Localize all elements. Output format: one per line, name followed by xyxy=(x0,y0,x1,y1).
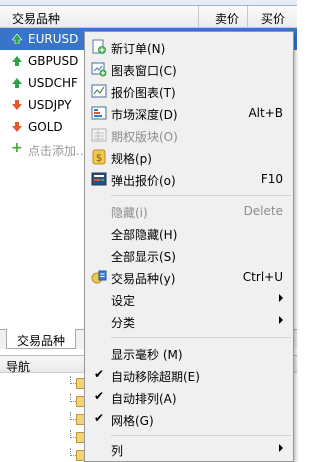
menu-item-label: 设定 xyxy=(111,294,136,308)
add-symbol-label: 点击添加.. xyxy=(28,144,84,158)
menu-item-shortcut: Ctrl+U xyxy=(242,270,283,284)
menu-item-label: 新订单(N) xyxy=(111,42,166,56)
menu-item-auto-arrange[interactable]: ✔ 自动排列(A) xyxy=(85,386,293,408)
menu-item-label: 规格(p) xyxy=(111,152,152,166)
checkmark-icon: ✔ xyxy=(94,389,105,403)
context-menu: 新订单(N) 图表窗口(C) 报价图表(T) 市场深度(D) Alt+B 期权版… xyxy=(84,31,294,462)
menu-separator xyxy=(111,195,291,196)
submenu-arrow-icon xyxy=(279,294,283,302)
menu-item-hide-all[interactable]: 全部隐藏(H) xyxy=(85,222,293,244)
up-arrow-icon xyxy=(12,56,22,66)
menu-item-show-all[interactable]: 全部显示(S) xyxy=(85,244,293,266)
symbol-name: GBPUSD xyxy=(28,54,79,68)
market-watch-header: 交易品种 卖价 买价 xyxy=(0,6,297,28)
checkmark-icon: ✔ xyxy=(94,411,105,425)
menu-separator xyxy=(111,435,291,436)
menu-item-label: 报价图表(T) xyxy=(111,86,176,100)
depth-of-market-icon xyxy=(91,106,107,120)
menu-item-symbols[interactable]: 交易品种(y) Ctrl+U xyxy=(85,266,293,288)
popup-prices-icon xyxy=(91,172,107,186)
menu-item-label: 网格(G) xyxy=(111,414,154,428)
up-arrow-icon xyxy=(12,34,22,44)
menu-item-label: 分类 xyxy=(111,316,136,330)
chart-window-icon xyxy=(91,62,107,77)
symbols-icon xyxy=(91,270,107,284)
menu-item-sets[interactable]: 设定 xyxy=(85,288,293,310)
menu-item-label: 全部显示(S) xyxy=(111,250,176,264)
menu-separator xyxy=(111,337,291,338)
tab-label: 交易品种 xyxy=(17,334,66,348)
menu-item-label: 期权版块(O) xyxy=(111,130,178,144)
tab-symbols[interactable]: 交易品种 xyxy=(6,329,76,349)
symbol-name: USDCHF xyxy=(28,76,78,90)
up-arrow-icon xyxy=(12,78,22,88)
column-header-bid[interactable]: 卖价 xyxy=(215,10,239,27)
menu-item-label: 弹出报价(o) xyxy=(111,174,176,188)
specification-icon: $ xyxy=(92,149,106,165)
symbol-name: USDJPY xyxy=(28,98,72,112)
symbol-name: EURUSD xyxy=(28,32,79,46)
submenu-arrow-icon xyxy=(279,444,283,452)
menu-item-label: 全部隐藏(H) xyxy=(111,228,178,242)
menu-item-options-board[interactable]: 期权版块(O) xyxy=(85,124,293,146)
menu-item-depth-of-market[interactable]: 市场深度(D) Alt+B xyxy=(85,102,293,124)
menu-item-label: 列 xyxy=(111,444,124,458)
menu-item-chart-window[interactable]: 图表窗口(C) xyxy=(85,58,293,80)
column-header-symbol[interactable]: 交易品种 xyxy=(12,10,60,27)
menu-item-tick-chart[interactable]: 报价图表(T) xyxy=(85,80,293,102)
menu-item-specification[interactable]: $ 规格(p) xyxy=(85,146,293,168)
menu-item-show-milliseconds[interactable]: 显示毫秒 (M) xyxy=(85,342,293,364)
menu-item-label: 市场深度(D) xyxy=(111,108,178,122)
menu-item-columns[interactable]: 列 xyxy=(85,438,293,460)
column-divider[interactable] xyxy=(198,6,199,28)
new-order-icon xyxy=(92,39,106,54)
navigator-title: 导航 xyxy=(6,360,31,374)
menu-item-auto-remove-expired[interactable]: ✔ 自动移除超期(E) xyxy=(85,364,293,386)
menu-item-popup-prices[interactable]: 弹出报价(o) F10 xyxy=(85,168,293,190)
menu-item-shortcut: Alt+B xyxy=(248,106,283,120)
submenu-arrow-icon xyxy=(279,316,283,324)
tick-chart-icon xyxy=(91,84,107,98)
column-header-ask[interactable]: 买价 xyxy=(261,10,285,27)
svg-text:$: $ xyxy=(96,153,102,164)
menu-item-sort[interactable]: 分类 xyxy=(85,310,293,332)
menu-item-label: 交易品种(y) xyxy=(111,272,176,286)
down-arrow-icon xyxy=(12,122,22,132)
menu-item-label: 自动移除超期(E) xyxy=(111,370,200,384)
menu-item-new-order[interactable]: 新订单(N) xyxy=(85,36,293,58)
menu-item-hide[interactable]: 隐藏(i) Delete xyxy=(85,200,293,222)
menu-item-label: 图表窗口(C) xyxy=(111,64,177,78)
menu-item-shortcut: Delete xyxy=(243,204,283,218)
menu-item-label: 显示毫秒 (M) xyxy=(111,348,183,362)
menu-item-grid[interactable]: ✔ 网格(G) xyxy=(85,408,293,430)
menu-item-label: 隐藏(i) xyxy=(111,206,148,220)
down-arrow-icon xyxy=(12,100,22,110)
checkmark-icon: ✔ xyxy=(94,367,105,381)
column-divider[interactable] xyxy=(247,6,248,28)
options-board-icon xyxy=(91,128,107,142)
plus-icon: + xyxy=(11,140,23,156)
symbol-name: GOLD xyxy=(28,120,63,134)
menu-item-shortcut: F10 xyxy=(260,172,283,186)
menu-item-label: 自动排列(A) xyxy=(111,392,177,406)
